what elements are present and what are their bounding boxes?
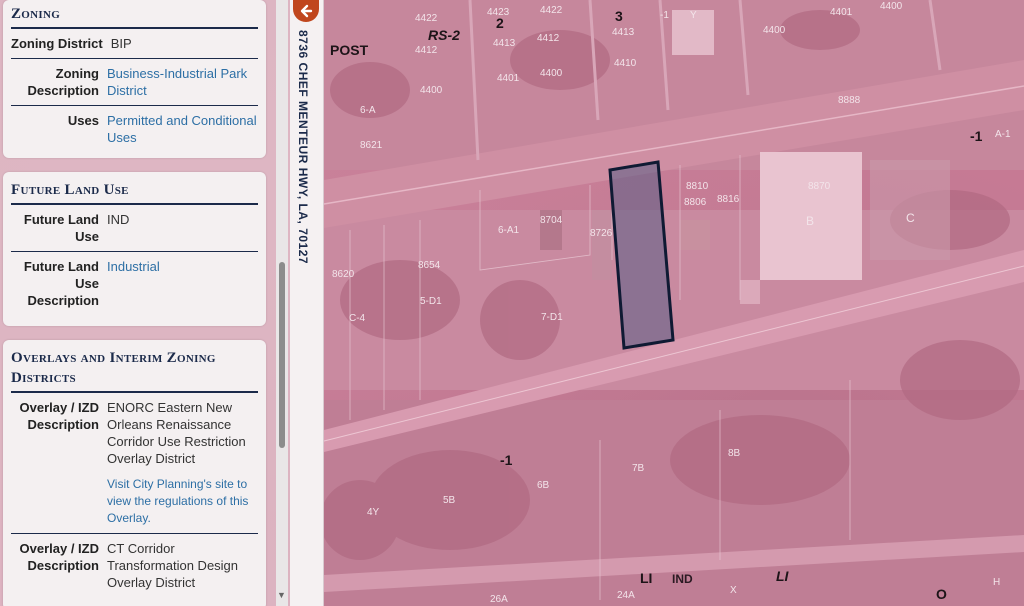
map-label: 8621 [360, 140, 383, 151]
map-label: 4423 [487, 7, 510, 18]
zoning-title: Zoning [11, 4, 258, 29]
map-label: -1 [660, 10, 669, 21]
row-label: Future Land Use [23, 212, 99, 244]
map-label: -1 [970, 128, 983, 144]
map-label: 8B [728, 448, 741, 459]
map-label: 5B [443, 495, 456, 506]
map-label: IND [672, 572, 693, 586]
map-label: 6-A1 [498, 225, 520, 236]
future-land-use-title: Future Land Use [11, 180, 258, 205]
uses-row: Uses Permitted and Conditional Uses [11, 106, 258, 152]
map-label: 6-A [360, 105, 376, 116]
zoning-district-row: Zoning District BIP [11, 29, 258, 59]
row-label: Future Land Use Description [23, 259, 99, 308]
map-label: 4401 [497, 73, 520, 84]
map-label: 4422 [415, 13, 438, 24]
address-strip: 8736 CHEF MENTEUR HWY, LA, 70127 [290, 0, 324, 606]
map-label: 4422 [540, 5, 563, 16]
map-label: Y [690, 10, 697, 21]
map-label: X [730, 585, 737, 596]
uses-link[interactable]: Permitted and Conditional Uses [107, 112, 258, 146]
map-label: A-1 [995, 129, 1011, 140]
map-label: RS-2 [428, 27, 460, 43]
row-value: IND [107, 212, 130, 227]
map-label: 8704 [540, 215, 563, 226]
map-label: LI [776, 568, 789, 584]
map-label: 4400 [880, 1, 903, 12]
scrollbar-thumb[interactable] [279, 262, 285, 448]
panel-scrollbar[interactable]: ▼ [276, 0, 288, 606]
map-label: 7B [632, 463, 645, 474]
map-label: O [936, 586, 947, 602]
future-land-use-description-link[interactable]: Industrial [107, 258, 258, 309]
row-label: Uses [67, 113, 99, 128]
map-label: 8620 [332, 269, 355, 280]
map-label: POST [330, 42, 369, 58]
map-label: 4401 [830, 7, 853, 18]
info-panel[interactable]: Zoning Zoning District BIP Zoning Descri… [0, 0, 290, 606]
map-label: 5-D1 [420, 296, 442, 307]
zoning-description-link[interactable]: Business-Industrial Park District [107, 65, 258, 99]
map-label: 4413 [493, 38, 516, 49]
map-label: -1 [500, 452, 513, 468]
map-label: LI [640, 570, 653, 586]
map-label: 4400 [420, 85, 443, 96]
overlay-row: Overlay / IZD Description ENORC Eastern … [11, 393, 258, 534]
map-label: 4412 [537, 33, 560, 44]
overlay-description: ENORC Eastern New Orleans Renaissance Co… [107, 400, 246, 466]
map-label: 4400 [540, 68, 563, 79]
map-label: C-4 [349, 313, 366, 324]
zoning-description-row: Zoning Description Business-Industrial P… [11, 59, 258, 106]
row-value: BIP [110, 36, 132, 51]
arrow-left-icon [300, 4, 313, 18]
map-label: 7-D1 [541, 312, 563, 323]
map-label: 8888 [838, 95, 861, 106]
overlay-description: CT Corridor Transformation Design Overla… [107, 541, 239, 590]
map-label: 4Y [367, 507, 380, 518]
map-label: 8806 [684, 197, 707, 208]
row-value: ENORC Eastern New Orleans Renaissance Co… [107, 399, 258, 527]
future-land-use-row: Future Land Use IND [11, 205, 258, 252]
overlay-row: Overlay / IZD Description CT Corridor Tr… [11, 534, 258, 597]
row-label: Overlay / IZD Description [19, 541, 99, 573]
map-label: 4410 [614, 58, 637, 69]
map-label: 6B [537, 480, 550, 491]
map-label: 24A [617, 590, 635, 601]
map-label: 4412 [415, 45, 438, 56]
map-label: 4400 [763, 25, 786, 36]
row-label: Zoning District [11, 36, 103, 51]
map-label: 8870 [808, 181, 831, 192]
map-label: 8726 [590, 228, 613, 239]
map-label: 8810 [686, 181, 709, 192]
map-label: 3 [615, 8, 623, 24]
map-label: H [993, 577, 1001, 588]
map-label: 26A [490, 594, 508, 605]
row-label: Overlay / IZD Description [19, 400, 99, 432]
map-label: B [806, 214, 815, 228]
row-label: Zoning Description [27, 66, 99, 98]
future-land-use-description-row: Future Land Use Description Industrial [11, 252, 258, 315]
overlays-card: Overlays and Interim Zoning Districts Ov… [3, 340, 266, 606]
city-planning-link[interactable]: Visit City Planning's site to view the r… [107, 476, 258, 527]
back-button[interactable] [293, 0, 319, 22]
future-land-use-card: Future Land Use Future Land Use IND Futu… [3, 172, 266, 326]
map-label: C [906, 211, 915, 225]
zoning-card: Zoning Zoning District BIP Zoning Descri… [3, 0, 266, 158]
scroll-down-icon[interactable]: ▼ [277, 590, 286, 600]
map-label: 4413 [612, 27, 635, 38]
overlays-title: Overlays and Interim Zoning Districts [11, 348, 258, 393]
address-label: 8736 CHEF MENTEUR HWY, LA, 70127 [296, 30, 310, 265]
map-label: 8816 [717, 194, 740, 205]
map-label: 8654 [418, 260, 441, 271]
